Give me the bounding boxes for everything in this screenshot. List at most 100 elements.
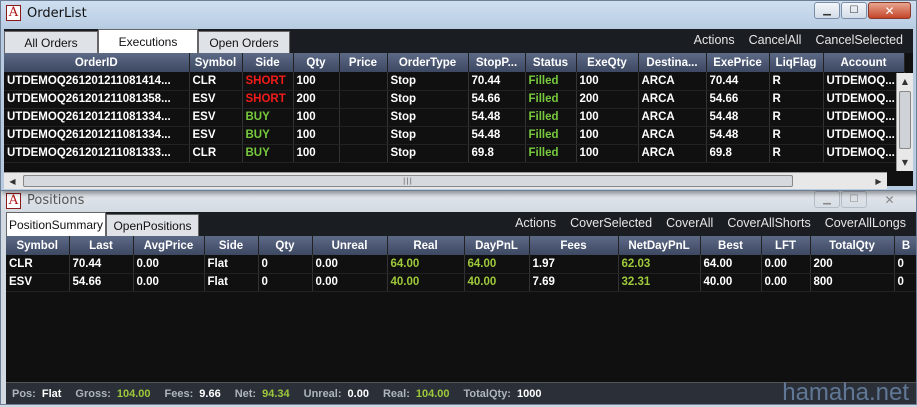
column-header-destina[interactable]: Destina...: [638, 53, 707, 72]
status-unreal-label: Unreal:: [303, 387, 342, 400]
horizontal-scroll-thumb[interactable]: |||: [23, 175, 793, 187]
column-header-status[interactable]: Status: [525, 53, 577, 72]
cell-exeqty: 200: [576, 90, 639, 109]
cell-liqflag: R: [769, 108, 824, 127]
column-header-orderid[interactable]: OrderID: [4, 53, 190, 72]
cell-netdaypnl: 62.03: [618, 255, 701, 274]
actions-menu[interactable]: Actions: [694, 33, 735, 47]
table-row[interactable]: UTDEMOQ261201211081334... ESV BUY 100 Stop 54…: [4, 126, 905, 145]
cell-ordertype: Stop: [387, 108, 469, 127]
column-header-stopp[interactable]: StopP...: [468, 53, 526, 72]
column-header-unreal[interactable]: Unreal: [312, 236, 388, 255]
cell-totalqty: 800: [810, 273, 895, 292]
tab-open-orders[interactable]: Open Orders: [198, 31, 290, 53]
column-header-avgprice[interactable]: AvgPrice: [133, 236, 205, 255]
tab-open-positions[interactable]: OpenPositions: [106, 214, 199, 236]
column-header-side[interactable]: Side: [242, 53, 294, 72]
column-header-price[interactable]: Price: [339, 53, 388, 72]
scroll-left-icon[interactable]: ◀: [4, 173, 21, 190]
table-row[interactable]: UTDEMOQ261201211081358... ESV SHORT 200 Stop…: [4, 90, 905, 109]
cell-best: 40.00: [700, 273, 762, 292]
cover-all-shorts-button[interactable]: CoverAllShorts: [727, 216, 810, 230]
cover-selected-button[interactable]: CoverSelected: [570, 216, 652, 230]
app-logo-icon: A: [6, 5, 21, 21]
tab-executions[interactable]: Executions: [98, 29, 198, 53]
cover-all-longs-button[interactable]: CoverAllLongs: [825, 216, 906, 230]
close-icon[interactable]: ✕: [868, 2, 911, 19]
scroll-up-icon[interactable]: ▲: [897, 73, 913, 90]
maximize-icon[interactable]: ☐: [841, 2, 867, 19]
cell-qty: 200: [293, 90, 340, 109]
column-header-qty[interactable]: Qty: [293, 53, 340, 72]
cell-side: SHORT: [242, 72, 294, 91]
scroll-down-icon[interactable]: ▼: [897, 154, 913, 171]
cover-all-button[interactable]: CoverAll: [666, 216, 713, 230]
column-header-lft[interactable]: LFT: [761, 236, 811, 255]
cell-fees: 7.69: [529, 273, 619, 292]
cell-exeqty: 100: [576, 72, 639, 91]
table-row[interactable]: UTDEMOQ261201211081334... ESV BUY 100 Stop 54…: [4, 108, 905, 127]
minimize-icon[interactable]: ▁: [814, 191, 840, 208]
cell-fees: 1.97: [529, 255, 619, 274]
status-gross-value: 104.00: [116, 387, 151, 400]
column-header-best[interactable]: Best: [700, 236, 762, 255]
cell-totalqty: 200: [810, 255, 895, 274]
cell-price: [339, 126, 388, 145]
cell-lft: 0.00: [761, 273, 811, 292]
close-icon[interactable]: ✕: [868, 191, 911, 208]
cell-last: 54.66: [69, 273, 134, 292]
column-header-b[interactable]: B: [894, 236, 916, 255]
scroll-thumb[interactable]: [899, 91, 911, 149]
cell-orderid: UTDEMOQ261201211081358...: [4, 90, 190, 109]
column-header-totalqty[interactable]: TotalQty: [810, 236, 895, 255]
column-header-fees[interactable]: Fees: [529, 236, 619, 255]
cell-status: Filled: [525, 126, 577, 145]
tab-all-orders[interactable]: All Orders: [4, 31, 98, 53]
actions-menu[interactable]: Actions: [515, 216, 556, 230]
cell-price: [339, 72, 388, 91]
tab-position-summary[interactable]: PositionSummary: [6, 212, 106, 236]
table-row[interactable]: UTDEMOQ261201211081414... CLR SHORT 100 Stop…: [4, 72, 905, 91]
cell-symbol: ESV: [189, 108, 243, 127]
cancel-all-button[interactable]: CancelAll: [749, 33, 802, 47]
column-header-qty[interactable]: Qty: [258, 236, 313, 255]
status-pos-label: Pos:: [12, 387, 36, 400]
column-header-last[interactable]: Last: [69, 236, 134, 255]
cell-real: 64.00: [387, 255, 465, 274]
cell-exeprice: 54.66: [706, 90, 770, 109]
table-row[interactable]: ESV 54.66 0.00 Flat 0 0.00 40.00 40.00 7.69 32.31…: [6, 273, 916, 292]
scroll-right-icon[interactable]: ▶: [870, 173, 887, 190]
orderlist-titlebar[interactable]: A OrderList ▁ ☐ ✕: [1, 1, 916, 27]
cell-netdaypnl: 32.31: [618, 273, 701, 292]
column-header-side[interactable]: Side: [204, 236, 259, 255]
column-header-netdaypnl[interactable]: NetDayPnL: [618, 236, 701, 255]
positions-window: A Positions ▁ ☐ ✕ PositionSummary OpenPo…: [0, 189, 917, 405]
cell-account: UTDEMOQ...: [823, 108, 905, 127]
column-header-liqflag[interactable]: LiqFlag: [769, 53, 824, 72]
cancel-selected-button[interactable]: CancelSelected: [815, 33, 903, 47]
cell-lft: 0.00: [761, 255, 811, 274]
column-header-exeprice[interactable]: ExePrice: [706, 53, 770, 72]
column-header-symbol[interactable]: Symbol: [189, 53, 243, 72]
cell-account: UTDEMOQ...: [823, 126, 905, 145]
orderlist-vertical-scrollbar[interactable]: ▲ ▼: [896, 73, 913, 171]
cell-side: BUY: [242, 108, 294, 127]
cell-orderid: UTDEMOQ261201211081333...: [4, 144, 190, 163]
cell-qty: 0: [258, 273, 313, 292]
column-header-ordertype[interactable]: OrderType: [387, 53, 469, 72]
cell-status: Filled: [525, 72, 577, 91]
column-header-real[interactable]: Real: [387, 236, 465, 255]
column-header-exeqty[interactable]: ExeQty: [576, 53, 639, 72]
column-header-daypnl[interactable]: DayPnL: [464, 236, 530, 255]
table-row[interactable]: CLR 70.44 0.00 Flat 0 0.00 64.00 64.00 1.97 62.03…: [6, 255, 916, 274]
minimize-icon[interactable]: ▁: [814, 2, 840, 19]
maximize-icon[interactable]: ☐: [841, 191, 867, 208]
orderlist-horizontal-scrollbar[interactable]: ◀ ||| ▶: [4, 172, 887, 189]
column-header-symbol[interactable]: Symbol: [6, 236, 70, 255]
orderlist-panel: All Orders Executions Open Orders Action…: [4, 29, 913, 189]
positions-titlebar[interactable]: A Positions ▁ ☐ ✕: [1, 190, 916, 212]
cell-liqflag: R: [769, 126, 824, 145]
column-header-account[interactable]: Account: [823, 53, 905, 72]
cell-real: 40.00: [387, 273, 465, 292]
table-row[interactable]: UTDEMOQ261201211081333... CLR BUY 100 Stop 69…: [4, 144, 905, 163]
